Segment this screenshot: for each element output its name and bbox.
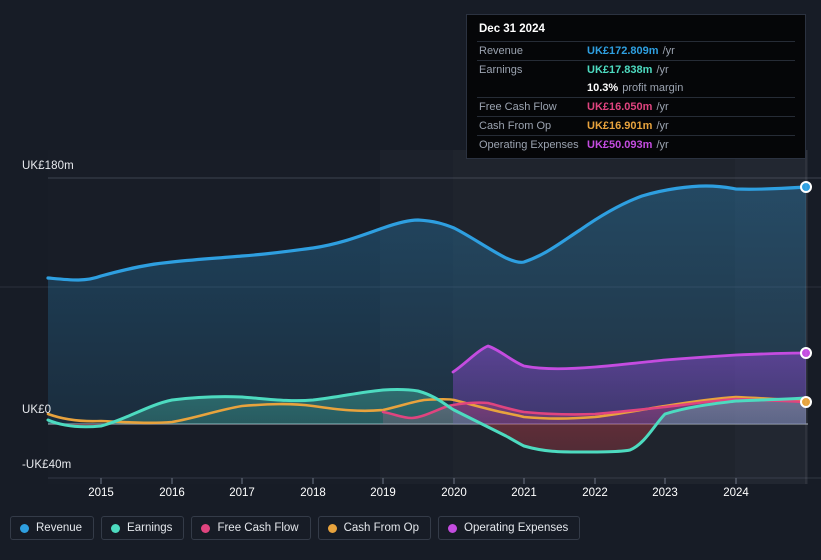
legend-item-revenue[interactable]: Revenue (10, 516, 95, 540)
tooltip-label-free-cash-flow: Free Cash Flow (479, 101, 557, 113)
x-axis-tick-2021: 2021 (511, 487, 537, 499)
legend-item-cash-from-op[interactable]: Cash From Op (317, 516, 432, 540)
x-axis-tick-2019: 2019 (370, 487, 396, 499)
tooltip-label-operating-expenses: Operating Expenses (479, 139, 579, 151)
tooltip-row-cash-from-op: Cash From Op UK£16.901m /yr (477, 116, 795, 135)
free-cash-flow-color-dot-icon (201, 523, 211, 533)
x-axis-tick-2017: 2017 (229, 487, 255, 499)
tooltip-row-earnings: Earnings UK£17.838m /yr (477, 60, 795, 79)
tooltip-row-operating-expenses: Operating Expenses UK£50.093m /yr (477, 135, 795, 154)
tooltip-suffix-cash-from-op: /yr (656, 120, 669, 132)
legend-label-free-cash-flow: Free Cash Flow (217, 522, 299, 534)
tooltip-suffix-revenue: /yr (662, 45, 675, 57)
tooltip-suffix-free-cash-flow: /yr (656, 101, 669, 113)
x-axis-tick-2020: 2020 (441, 487, 467, 499)
earnings-color-dot-icon (111, 523, 121, 533)
legend-label-operating-expenses: Operating Expenses (464, 522, 569, 534)
tooltip-label-revenue: Revenue (479, 45, 524, 57)
chart-page: UK£180m UK£0 -UK£40m 2015 2016 2017 2018… (0, 0, 821, 560)
x-axis-tick-2022: 2022 (582, 487, 608, 499)
legend-label-cash-from-op: Cash From Op (343, 522, 420, 534)
legend-item-free-cash-flow[interactable]: Free Cash Flow (191, 516, 311, 540)
tooltip-value-revenue: UK£172.809m (587, 45, 659, 57)
y-axis-label-zero: UK£0 (22, 404, 52, 416)
tooltip-value-profit-margin: 10.3% (587, 82, 619, 94)
tooltip-suffix-earnings: /yr (656, 64, 669, 76)
x-axis-tick-2023: 2023 (652, 487, 678, 499)
tooltip-suffix-operating-expenses: /yr (656, 139, 669, 151)
tooltip-label-cash-from-op: Cash From Op (479, 120, 552, 132)
y-axis-label-top: UK£180m (22, 160, 74, 172)
y-axis-label-bottom: -UK£40m (22, 459, 72, 471)
tooltip-value-cash-from-op: UK£16.901m (587, 120, 653, 132)
x-axis-tick-2015: 2015 (88, 487, 114, 499)
x-axis-tick-2024: 2024 (723, 487, 749, 499)
x-axis-tick-2018: 2018 (300, 487, 326, 499)
legend-item-operating-expenses[interactable]: Operating Expenses (438, 516, 581, 540)
operating-expenses-color-dot-icon (448, 523, 458, 533)
legend-label-revenue: Revenue (36, 522, 83, 534)
tooltip-date: Dec 31 2024 (479, 23, 545, 35)
tooltip-row-free-cash-flow: Free Cash Flow UK£16.050m /yr (477, 97, 795, 116)
legend-label-earnings: Earnings (127, 522, 173, 534)
tooltip-suffix-profit-margin: profit margin (622, 82, 684, 94)
x-axis-tick-2016: 2016 (159, 487, 185, 499)
tooltip-value-operating-expenses: UK£50.093m (587, 139, 653, 151)
tooltip-row-revenue: Revenue UK£172.809m /yr (477, 41, 795, 60)
legend-item-earnings[interactable]: Earnings (101, 516, 185, 540)
chart-legend: Revenue Earnings Free Cash Flow Cash Fro… (10, 516, 581, 540)
data-tooltip: Dec 31 2024 Revenue UK£172.809m /yr Earn… (466, 14, 806, 159)
tooltip-value-free-cash-flow: UK£16.050m (587, 101, 653, 113)
revenue-color-dot-icon (20, 523, 29, 533)
tooltip-value-earnings: UK£17.838m (587, 64, 653, 76)
cash-from-op-color-dot-icon (327, 523, 337, 533)
tooltip-label-earnings: Earnings (479, 64, 523, 76)
tooltip-row-profit-margin: 10.3% profit margin (477, 79, 795, 97)
